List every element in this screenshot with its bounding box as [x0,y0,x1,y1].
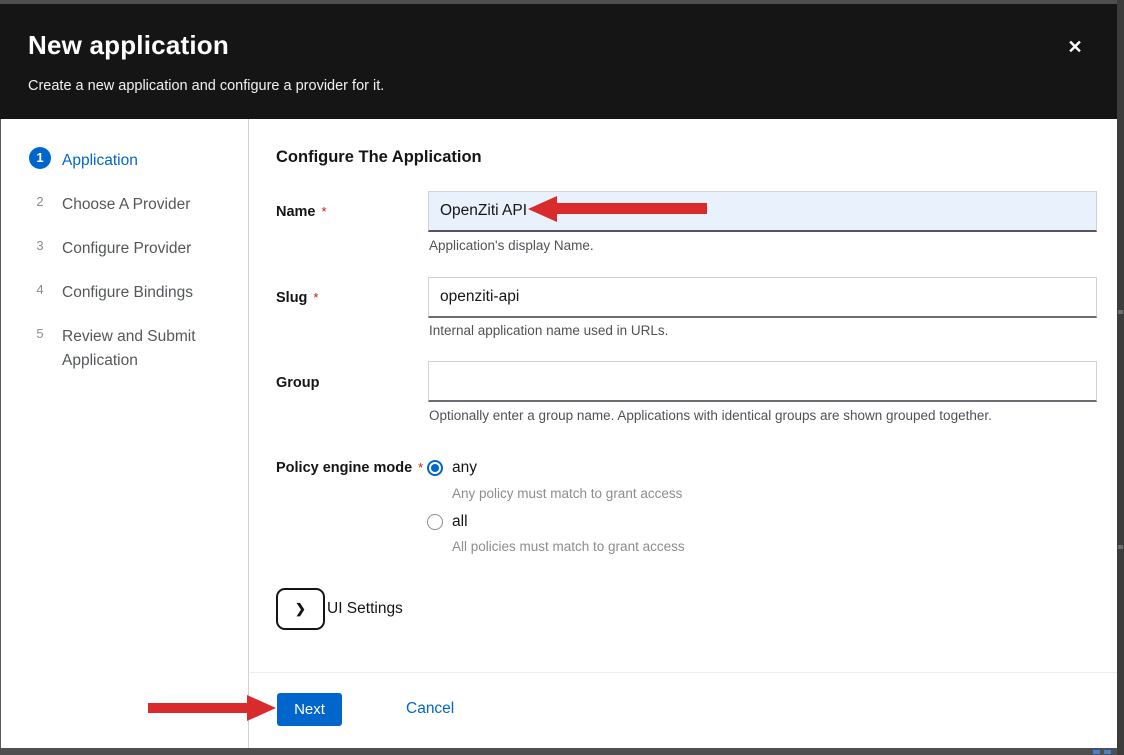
ui-settings-expand-button[interactable]: ❯ [276,588,325,630]
name-field-label: Name * [276,204,327,220]
wizard-step-choose-provider[interactable]: 2 Choose A Provider [29,191,248,217]
scrollbar-mark [1118,545,1123,549]
name-annotation-arrow-head [528,196,557,222]
backdrop-scrollbar-edge [1117,0,1124,755]
wizard-sidebar: 1 Application 2 Choose A Provider 3 Conf… [1,119,249,748]
footer-divider [250,672,1117,673]
step-label: Application [62,147,138,173]
step-number: 3 [29,235,51,257]
radio-selected-icon[interactable] [427,460,443,476]
scrollbar-mark [1118,310,1123,314]
new-application-modal: New application Create a new application… [0,0,1124,755]
step-label: Review and Submit Application [62,323,222,373]
background-page-fragment [1093,750,1100,754]
slug-label-text: Slug [276,290,307,306]
wizard-step-configure-provider[interactable]: 3 Configure Provider [29,235,248,261]
policy-radio-all[interactable]: all [427,513,468,531]
group-field-label: Group [276,375,320,391]
step-number-badge: 1 [29,147,51,169]
modal-header: New application Create a new application… [0,4,1117,119]
policy-engine-mode-label: Policy engine mode * [276,460,423,476]
backdrop-left-edge [0,119,1,748]
policy-radio-any[interactable]: any [427,459,477,477]
radio-any-description: Any policy must match to grant access [452,486,682,501]
modal-subtitle: Create a new application and configure a… [28,78,384,94]
group-helper-text: Optionally enter a group name. Applicati… [429,408,992,423]
radio-unselected-icon[interactable] [427,514,443,530]
required-asterisk: * [313,290,318,305]
next-button[interactable]: Next [277,693,342,726]
slug-field-label: Slug * [276,290,318,306]
modal-title: New application [28,30,229,61]
radio-all-label: all [452,513,468,531]
step-number: 5 [29,323,51,345]
required-asterisk: * [418,460,423,475]
step-label: Configure Bindings [62,279,193,305]
wizard-step-configure-bindings[interactable]: 4 Configure Bindings [29,279,248,305]
next-annotation-arrow-shaft [148,703,248,713]
policy-label-text: Policy engine mode [276,460,412,476]
step-number: 4 [29,279,51,301]
next-annotation-arrow-head [247,695,276,721]
slug-helper-text: Internal application name used in URLs. [429,323,668,338]
group-input[interactable] [428,361,1097,402]
radio-all-description: All policies must match to grant access [452,539,685,554]
name-annotation-arrow-shaft [556,203,707,214]
name-label-text: Name [276,204,316,220]
backdrop-top-edge [0,0,1124,4]
step-label: Configure Provider [62,235,191,261]
wizard-step-review-submit[interactable]: 5 Review and Submit Application [29,323,248,373]
form-heading: Configure The Application [276,148,482,167]
radio-any-label: any [452,459,477,477]
required-asterisk: * [322,204,327,219]
group-label-text: Group [276,375,320,391]
name-helper-text: Application's display Name. [429,238,594,253]
slug-input[interactable] [428,277,1097,318]
close-icon[interactable]: ✕ [1060,32,1090,62]
background-page-fragment [1104,750,1111,754]
ui-settings-label: UI Settings [327,600,403,618]
chevron-right-icon: ❯ [295,601,306,617]
backdrop-bottom-edge [0,748,1124,755]
cancel-link[interactable]: Cancel [406,700,454,718]
step-number: 2 [29,191,51,213]
step-label: Choose A Provider [62,191,190,217]
wizard-step-application[interactable]: 1 Application [29,147,248,173]
